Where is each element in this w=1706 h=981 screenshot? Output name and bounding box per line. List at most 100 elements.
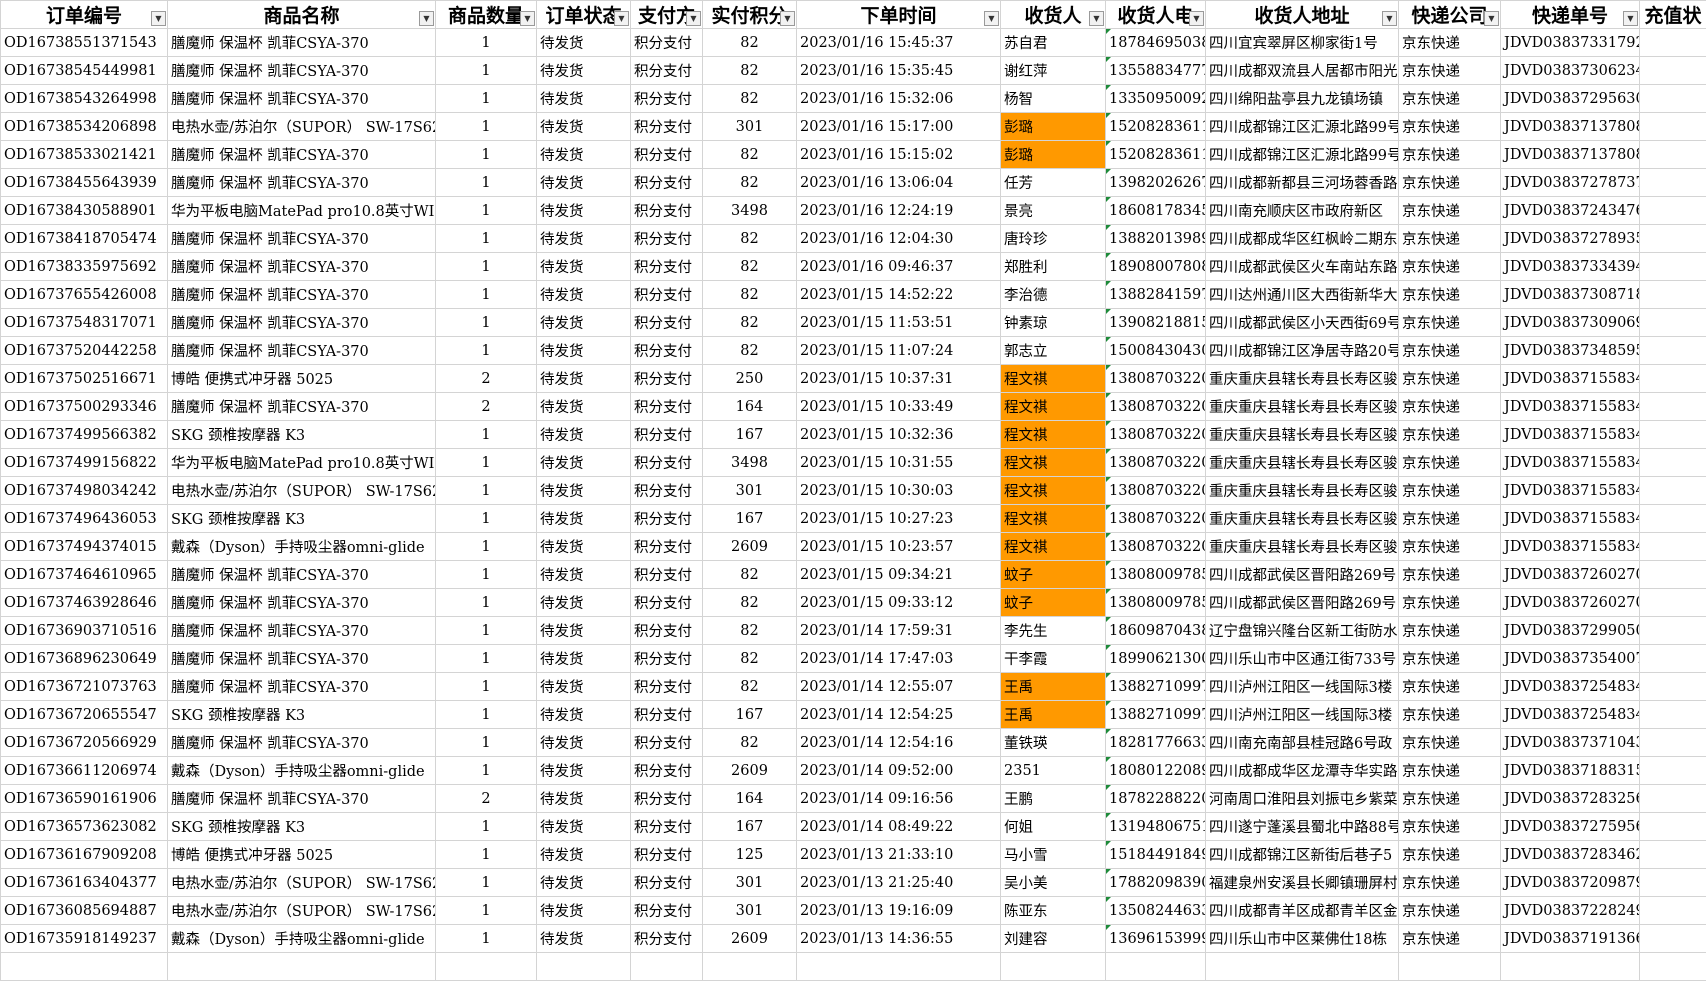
recharge-status-cell[interactable] [1639,504,1706,533]
receiver-cell[interactable]: 程文祺 [1000,364,1106,393]
product-name-cell[interactable]: SKG 颈椎按摩器 K3 [167,504,436,533]
receiver-phone-cell[interactable]: 13808009785 [1105,588,1206,617]
quantity-cell[interactable]: 1 [435,532,537,561]
tracking-cell[interactable]: JDVD03837254834 [1500,672,1640,701]
courier-cell[interactable]: 京东快递 [1398,28,1501,57]
order-time-cell[interactable]: 2023/01/13 14:36:55 [796,924,1001,953]
tracking-cell[interactable]: JDVD03837155834 [1500,448,1640,477]
status-cell[interactable]: 待发货 [536,280,631,309]
payment-cell[interactable]: 积分支付 [630,756,703,785]
order-time-cell[interactable]: 2023/01/13 21:25:40 [796,868,1001,897]
recharge-status-cell[interactable] [1639,392,1706,421]
address-cell[interactable]: 四川成都武侯区火车南站东路 [1205,252,1399,281]
address-cell[interactable]: 四川成都新都县三河场蓉香路 [1205,168,1399,197]
recharge-status-cell[interactable] [1639,896,1706,925]
status-cell[interactable]: 待发货 [536,644,631,673]
payment-cell[interactable]: 积分支付 [630,840,703,869]
recharge-status-cell[interactable] [1639,168,1706,197]
status-cell[interactable]: 待发货 [536,896,631,925]
recharge-status-cell[interactable] [1639,840,1706,869]
address-cell[interactable]: 四川成都锦江区汇源北路99号 [1205,140,1399,169]
order-id-cell[interactable]: OD16738533021421 [0,140,168,169]
quantity-cell[interactable]: 1 [435,504,537,533]
courier-cell[interactable]: 京东快递 [1398,644,1501,673]
address-cell[interactable]: 四川宜宾翠屏区柳家街1号 [1205,28,1399,57]
courier-cell[interactable]: 京东快递 [1398,588,1501,617]
address-cell[interactable]: 四川南充南部县桂冠路6号政 [1205,728,1399,757]
recharge-status-cell[interactable] [1639,280,1706,309]
address-cell[interactable]: 四川成都武侯区小天西街69号 [1205,308,1399,337]
courier-cell[interactable]: 京东快递 [1398,140,1501,169]
order-id-cell[interactable]: OD16737655426008 [0,280,168,309]
table-row[interactable]: OD16736590161906 膳魔师 保温杯 凯菲CSYA-370 2 待发货 积分… [0,784,1706,813]
receiver-phone-cell[interactable]: 13808703220 [1105,364,1206,393]
tracking-cell[interactable]: JDVD03837155834 [1500,476,1640,505]
receiver-phone-cell[interactable]: 15008430430 [1105,336,1206,365]
order-time-cell[interactable]: 2023/01/13 21:33:10 [796,840,1001,869]
status-cell[interactable]: 待发货 [536,728,631,757]
payment-cell[interactable]: 积分支付 [630,336,703,365]
status-cell[interactable]: 待发货 [536,924,631,953]
receiver-phone-cell[interactable]: 13808703220 [1105,420,1206,449]
quantity-cell[interactable]: 1 [435,924,537,953]
address-cell[interactable]: 四川成都成华区龙潭寺华实路 [1205,756,1399,785]
points-cell[interactable]: 82 [702,28,797,57]
recharge-status-cell[interactable] [1639,308,1706,337]
product-name-cell[interactable]: 电热水壶/苏泊尔（SUPOR） SW-17S62A [167,896,436,925]
courier-cell[interactable]: 京东快递 [1398,896,1501,925]
address-cell[interactable]: 四川南充顺庆区市政府新区 [1205,196,1399,225]
points-cell[interactable]: 301 [702,896,797,925]
payment-cell[interactable]: 积分支付 [630,364,703,393]
empty-cell[interactable] [536,952,631,981]
product-name-cell[interactable]: 膳魔师 保温杯 凯菲CSYA-370 [167,28,436,57]
receiver-cell[interactable]: 何姐 [1000,812,1106,841]
payment-cell[interactable]: 积分支付 [630,616,703,645]
receiver-cell[interactable]: 彭璐 [1000,140,1106,169]
recharge-status-cell[interactable] [1639,588,1706,617]
receiver-cell[interactable]: 程文祺 [1000,448,1106,477]
points-cell[interactable]: 164 [702,392,797,421]
payment-cell[interactable]: 积分支付 [630,308,703,337]
order-time-cell[interactable]: 2023/01/16 15:45:37 [796,28,1001,57]
recharge-status-cell[interactable] [1639,924,1706,953]
address-cell[interactable]: 四川泸州江阳区一线国际3楼 [1205,672,1399,701]
payment-cell[interactable]: 积分支付 [630,924,703,953]
order-id-cell[interactable]: OD16737494374015 [0,532,168,561]
tracking-cell[interactable]: JDVD03837306234 [1500,56,1640,85]
courier-cell[interactable]: 京东快递 [1398,308,1501,337]
filter-dropdown-icon[interactable]: ▼ [1484,11,1499,26]
recharge-status-cell[interactable] [1639,28,1706,57]
payment-cell[interactable]: 积分支付 [630,476,703,505]
payment-cell[interactable]: 积分支付 [630,560,703,589]
tracking-cell[interactable]: JDVD03837354007 [1500,644,1640,673]
status-cell[interactable]: 待发货 [536,784,631,813]
receiver-phone-cell[interactable]: 18609870438 [1105,616,1206,645]
quantity-cell[interactable]: 1 [435,420,537,449]
quantity-cell[interactable]: 2 [435,784,537,813]
receiver-cell[interactable]: 杨智 [1000,84,1106,113]
points-cell[interactable]: 82 [702,308,797,337]
product-name-cell[interactable]: 膳魔师 保温杯 凯菲CSYA-370 [167,644,436,673]
product-name-cell[interactable]: 电热水壶/苏泊尔（SUPOR） SW-17S62A [167,112,436,141]
filter-dropdown-icon[interactable]: ▼ [984,11,999,26]
points-cell[interactable]: 82 [702,56,797,85]
status-cell[interactable]: 待发货 [536,840,631,869]
quantity-cell[interactable]: 1 [435,448,537,477]
status-cell[interactable]: 待发货 [536,252,631,281]
payment-cell[interactable]: 积分支付 [630,868,703,897]
courier-cell[interactable]: 京东快递 [1398,840,1501,869]
status-cell[interactable]: 待发货 [536,168,631,197]
empty-cell[interactable] [702,952,797,981]
product-name-cell[interactable]: 膳魔师 保温杯 凯菲CSYA-370 [167,784,436,813]
product-name-cell[interactable]: 戴森（Dyson）手持吸尘器omni-glide [167,532,436,561]
receiver-cell[interactable]: 干李霞 [1000,644,1106,673]
recharge-status-cell[interactable] [1639,140,1706,169]
order-time-cell[interactable]: 2023/01/15 10:31:55 [796,448,1001,477]
receiver-cell[interactable]: 郑胜利 [1000,252,1106,281]
order-id-cell[interactable]: OD16736163404377 [0,868,168,897]
tracking-cell[interactable]: JDVD03837283256 [1500,784,1640,813]
tracking-cell[interactable]: JDVD03837283462 [1500,840,1640,869]
quantity-cell[interactable]: 1 [435,560,537,589]
points-cell[interactable]: 82 [702,168,797,197]
courier-cell[interactable]: 京东快递 [1398,756,1501,785]
